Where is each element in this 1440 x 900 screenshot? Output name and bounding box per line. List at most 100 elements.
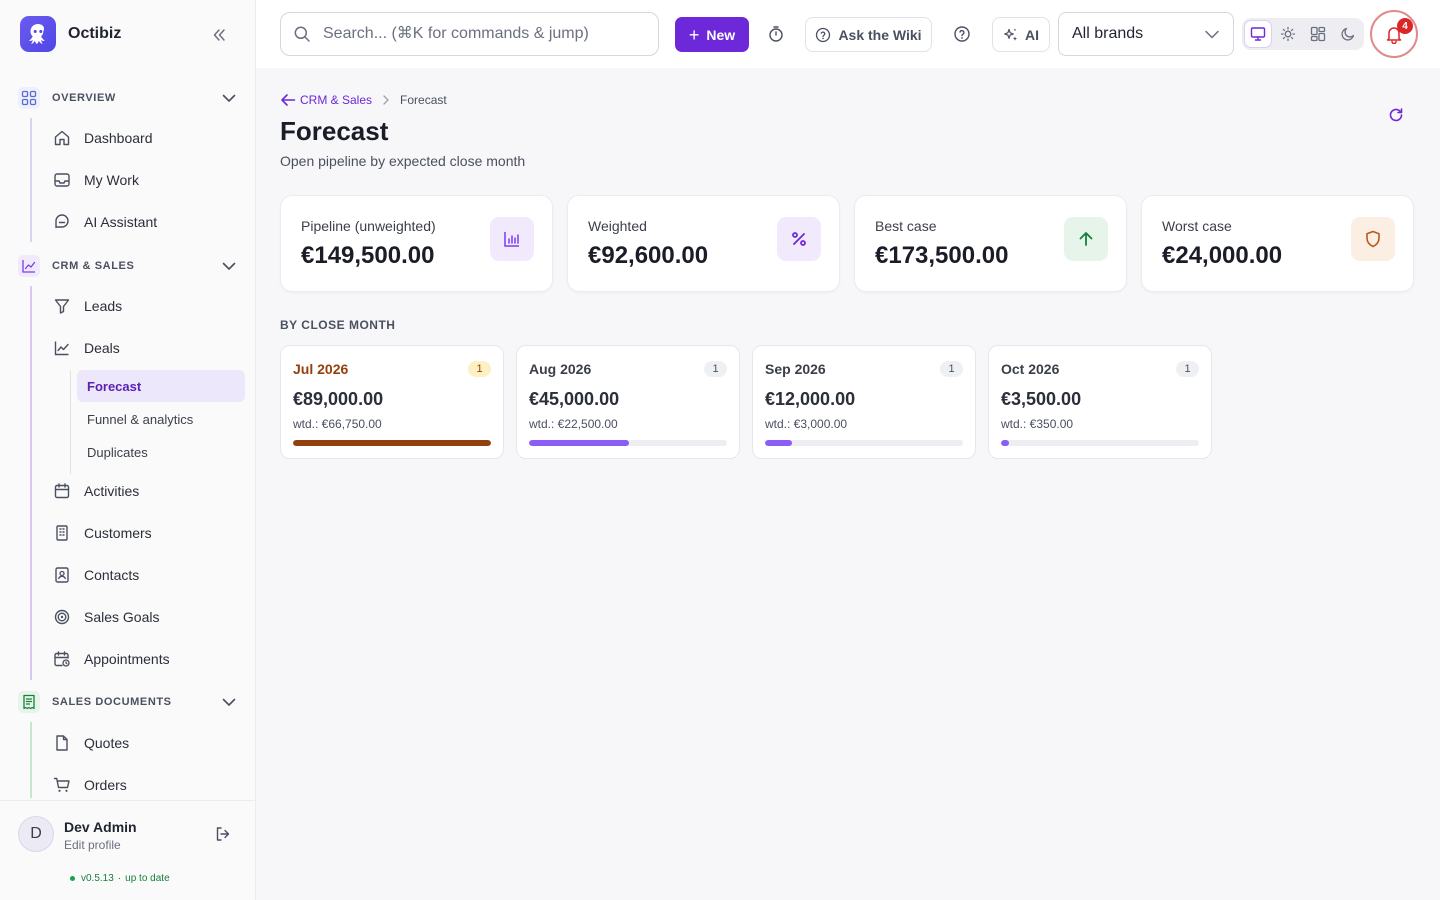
section-label: SALES DOCUMENTS <box>52 696 172 708</box>
topbar: + New Ask the Wiki AI All brands 4 <box>256 0 1440 68</box>
kpi-card-weighted: Weighted €92,600.00 <box>567 195 840 292</box>
avatar[interactable]: D <box>18 816 54 852</box>
chevron-down-icon[interactable] <box>218 87 240 109</box>
month-card-aug-2026[interactable]: Aug 2026 1 €45,000.00 wtd.: €22,500.00 <box>516 345 740 459</box>
refresh-button[interactable] <box>1384 103 1408 127</box>
ask-wiki-button[interactable]: Ask the Wiki <box>805 17 932 52</box>
ai-button-label: AI <box>1025 26 1039 43</box>
sidebar-subitem-forecast[interactable]: Forecast <box>77 370 245 402</box>
notification-count-badge: 4 <box>1397 18 1413 34</box>
percent-icon <box>777 217 821 261</box>
sidebar-item-contacts[interactable]: Contacts <box>48 558 244 592</box>
month-progress-track <box>293 440 491 446</box>
cart-icon <box>52 775 72 795</box>
kpi-label: Worst case <box>1162 218 1232 234</box>
sidebar-item-appointments[interactable]: Appointments <box>48 642 244 676</box>
edit-profile-link[interactable]: Edit profile <box>64 838 121 852</box>
brand[interactable]: Octibiz <box>20 16 121 52</box>
sidebar-item-sales-goals[interactable]: Sales Goals <box>48 600 244 634</box>
user-name: Dev Admin <box>64 819 137 835</box>
month-card-sep-2026[interactable]: Sep 2026 1 €12,000.00 wtd.: €3,000.00 <box>752 345 976 459</box>
sidebar-item-quotes[interactable]: Quotes <box>48 726 244 760</box>
sidebar-item-my-work[interactable]: My Work <box>48 163 244 197</box>
sidebar-subitem-duplicates[interactable]: Duplicates <box>77 436 245 468</box>
breadcrumb-parent-label: CRM & Sales <box>300 93 373 107</box>
month-weighted: wtd.: €3,000.00 <box>765 417 848 431</box>
sidebar-item-dashboard[interactable]: Dashboard <box>48 121 244 155</box>
sidebar: Octibiz OVERVIEW Dashboard My Work AI As… <box>0 0 256 900</box>
sidebar-subitem-funnel-analytics[interactable]: Funnel & analytics <box>77 403 245 435</box>
new-button[interactable]: + New <box>675 17 749 52</box>
month-card-jul-2026[interactable]: Jul 2026 1 €89,000.00 wtd.: €66,750.00 <box>280 345 504 459</box>
search-box[interactable] <box>280 12 659 56</box>
breadcrumb-parent-link[interactable]: CRM & Sales <box>280 93 372 107</box>
section-sales-documents[interactable]: SALES DOCUMENTS <box>18 689 240 715</box>
sidebar-item-ai-assistant[interactable]: AI Assistant <box>48 205 244 239</box>
month-progress-track <box>1001 440 1199 446</box>
arrow-up-icon <box>1064 217 1108 261</box>
main-content: CRM & Sales Forecast Forecast Open pipel… <box>256 68 1440 900</box>
chevron-down-icon[interactable] <box>218 691 240 713</box>
sidebar-item-activities[interactable]: Activities <box>48 474 244 508</box>
octopus-logo-icon <box>20 16 56 52</box>
logout-button[interactable] <box>212 823 234 845</box>
collapse-sidebar-button[interactable] <box>208 24 230 46</box>
deal-count-badge: 1 <box>1176 361 1199 377</box>
ai-button[interactable]: AI <box>992 17 1050 52</box>
month-progress-bar <box>529 440 630 446</box>
search-input[interactable] <box>323 25 643 43</box>
app-name: Octibiz <box>68 25 122 42</box>
notifications-button[interactable]: 4 <box>1370 10 1418 58</box>
chevron-down-icon[interactable] <box>218 255 240 277</box>
sidebar-item-leads[interactable]: Leads <box>48 289 244 323</box>
kpi-label: Best case <box>875 218 937 234</box>
sidebar-item-customers[interactable]: Customers <box>48 516 244 550</box>
section-overview[interactable]: OVERVIEW <box>18 85 240 111</box>
help-button[interactable] <box>948 20 976 48</box>
stopwatch-icon <box>769 26 783 42</box>
bar-chart-icon <box>490 217 534 261</box>
page-subtitle: Open pipeline by expected close month <box>280 153 526 169</box>
section-label: CRM & SALES <box>52 260 135 272</box>
status-dot-icon <box>70 876 75 881</box>
sidebar-nav: OVERVIEW Dashboard My Work AI Assistant … <box>0 76 256 798</box>
month-label: Jul 2026 <box>293 361 349 377</box>
breadcrumb: CRM & Sales Forecast <box>280 93 447 107</box>
sidebar-item-label: AI Assistant <box>84 214 158 230</box>
brand-select[interactable]: All brands <box>1058 12 1234 56</box>
home-icon <box>52 128 72 148</box>
chat-bot-icon <box>52 212 72 232</box>
logout-icon <box>216 827 230 841</box>
sparkles-icon <box>1004 28 1018 41</box>
subnav-line <box>70 370 71 474</box>
dashboard-layout-icon <box>1310 26 1326 42</box>
target-icon <box>52 607 72 627</box>
building-icon <box>52 523 72 543</box>
receipt-icon <box>18 691 40 713</box>
section-crm-sales[interactable]: CRM & SALES <box>18 253 240 279</box>
sidebar-item-deals[interactable]: Deals <box>48 331 244 365</box>
timer-button[interactable] <box>762 20 790 48</box>
user-panel: D Dev Admin Edit profile v0.5.13 · up to… <box>0 800 256 900</box>
kpi-label: Pipeline (unweighted) <box>301 218 436 234</box>
kpi-value: €173,500.00 <box>875 242 1009 269</box>
version-separator: · <box>117 873 122 884</box>
version-number: v0.5.13 <box>81 873 114 884</box>
month-card-oct-2026[interactable]: Oct 2026 1 €3,500.00 wtd.: €350.00 <box>988 345 1212 459</box>
theme-layout-button[interactable] <box>1305 21 1331 47</box>
month-weighted: wtd.: €66,750.00 <box>293 417 382 431</box>
inbox-icon <box>52 170 72 190</box>
version-status: v0.5.13 · up to date <box>70 873 170 884</box>
sidebar-item-orders[interactable]: Orders <box>48 768 244 798</box>
theme-dark-button[interactable] <box>1335 21 1361 47</box>
kpi-value: €92,600.00 <box>588 242 709 269</box>
theme-system-button[interactable] <box>1245 21 1271 47</box>
section-line <box>30 722 32 798</box>
month-label: Sep 2026 <box>765 361 826 377</box>
sidebar-item-label: Activities <box>84 483 140 499</box>
filter-icon <box>52 296 72 316</box>
sidebar-item-label: Leads <box>84 298 123 314</box>
help-circle-icon <box>816 27 831 42</box>
theme-light-button[interactable] <box>1275 21 1301 47</box>
kpi-card-best-case: Best case €173,500.00 <box>854 195 1127 292</box>
